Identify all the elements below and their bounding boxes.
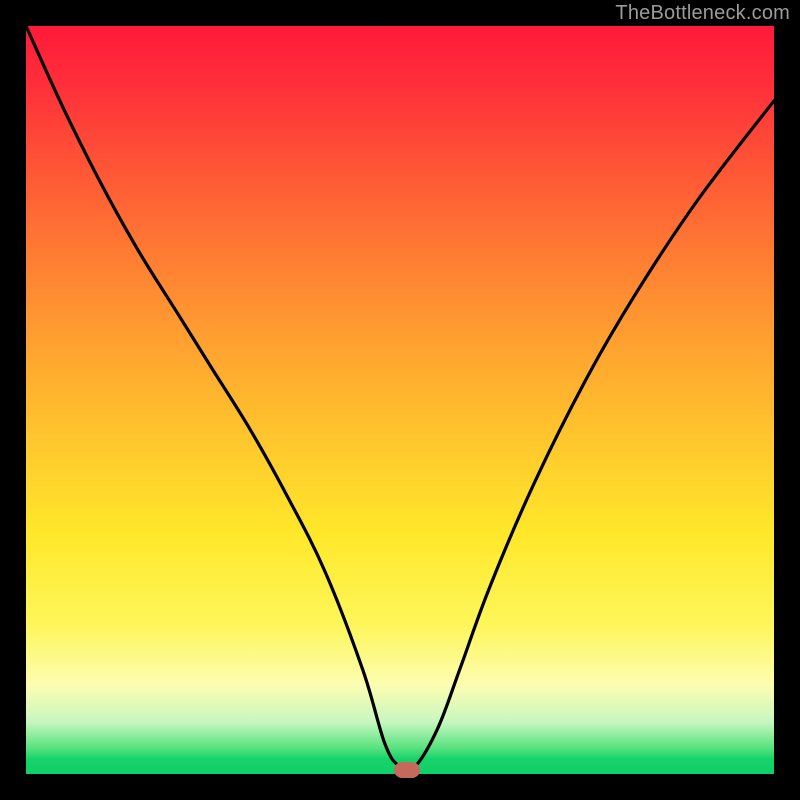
chart-plot-area — [26, 26, 774, 774]
chart-frame: TheBottleneck.com — [0, 0, 800, 800]
current-config-marker — [394, 762, 420, 778]
watermark-text: TheBottleneck.com — [615, 2, 790, 25]
bottleneck-curve — [26, 26, 774, 774]
